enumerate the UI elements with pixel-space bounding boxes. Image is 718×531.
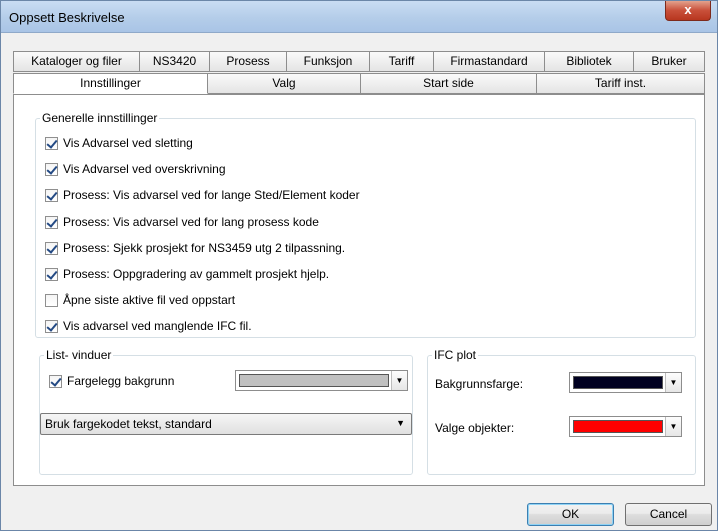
text-style-select[interactable]: Bruk fargekodet tekst, standard ▼ — [40, 413, 412, 435]
checkbox-missing-ifc[interactable] — [45, 319, 58, 333]
general-settings-group: Generelle innstillinger Vis Advarsel ved… — [35, 111, 696, 338]
chevron-down-icon: ▼ — [396, 418, 405, 428]
selected-objects-label: Valge objekter: — [435, 421, 515, 435]
checkbox-warn-delete[interactable] — [45, 136, 58, 150]
close-icon: x — [684, 2, 692, 17]
background-color-picker[interactable]: ▼ — [235, 370, 408, 391]
title-bar: Oppsett Beskrivelse x — [1, 1, 717, 33]
background-color-label: Bakgrunnsfarge: — [435, 377, 524, 391]
chevron-down-icon[interactable]: ▼ — [665, 373, 681, 392]
tab-tariff-inst[interactable]: Tariff inst. — [537, 73, 705, 94]
color-swatch — [239, 374, 389, 387]
tab-valg[interactable]: Valg — [208, 73, 361, 94]
checkbox-open-last-file[interactable] — [45, 293, 58, 307]
tab-firmastandard[interactable]: Firmastandard — [434, 51, 545, 72]
checkbox-warn-overwrite[interactable] — [45, 162, 58, 176]
tab-row-front: Innstillinger Valg Start side Tariff ins… — [13, 73, 705, 94]
option-upgrade-project[interactable]: Prosess: Oppgradering av gammelt prosjek… — [45, 266, 329, 282]
list-windows-legend: List- vinduer — [46, 348, 112, 362]
tab-ns3420[interactable]: NS3420 — [140, 51, 210, 72]
tab-bruker[interactable]: Bruker — [634, 51, 705, 72]
option-label: Vis Advarsel ved sletting — [63, 136, 193, 150]
option-open-last-file[interactable]: Åpne siste aktive fil ved oppstart — [45, 292, 235, 308]
option-label: Vis Advarsel ved overskrivning — [63, 162, 226, 176]
option-long-process-code[interactable]: Prosess: Vis advarsel ved for lang prose… — [45, 214, 319, 230]
checkbox-long-location-codes[interactable] — [45, 188, 58, 202]
option-warn-overwrite[interactable]: Vis Advarsel ved overskrivning — [45, 161, 226, 177]
checkbox-check-ns3459[interactable] — [45, 241, 58, 255]
ifc-background-color-picker[interactable]: ▼ — [569, 372, 682, 393]
general-settings-legend: Generelle innstillinger — [42, 111, 158, 125]
window-title: Oppsett Beskrivelse — [9, 10, 125, 25]
tab-row-back: Kataloger og filer NS3420 Prosess Funksj… — [13, 51, 705, 72]
ok-button[interactable]: OK — [527, 503, 614, 526]
dialog-window: Oppsett Beskrivelse x Kataloger og filer… — [0, 0, 718, 531]
ifc-plot-legend: IFC plot — [434, 348, 477, 362]
option-label: Åpne siste aktive fil ved oppstart — [63, 293, 236, 307]
option-label: Vis advarsel ved manglende IFC fil. — [63, 319, 252, 333]
cancel-button[interactable]: Cancel — [625, 503, 712, 526]
list-windows-group: List- vinduer Fargelegg bakgrunn ▼ Bruk … — [39, 348, 413, 475]
text-style-value: Bruk fargekodet tekst, standard — [45, 417, 212, 431]
ifc-plot-group: IFC plot Bakgrunnsfarge: ▼ Valge objekte… — [427, 348, 696, 475]
color-swatch — [573, 420, 663, 433]
chevron-down-icon[interactable]: ▼ — [391, 371, 407, 390]
tab-bibliotek[interactable]: Bibliotek — [545, 51, 634, 72]
tab-funksjon[interactable]: Funksjon — [287, 51, 370, 72]
option-long-location-codes[interactable]: Prosess: Vis advarsel ved for lange Sted… — [45, 187, 360, 203]
option-check-ns3459[interactable]: Prosess: Sjekk prosjekt for NS3459 utg 2… — [45, 240, 345, 256]
tab-tariff[interactable]: Tariff — [370, 51, 434, 72]
checkbox-upgrade-project[interactable] — [45, 267, 58, 281]
ifc-selected-color-picker[interactable]: ▼ — [569, 416, 682, 437]
option-label: Prosess: Oppgradering av gammelt prosjek… — [63, 267, 330, 281]
option-label: Fargelegg bakgrunn — [67, 374, 175, 388]
tab-kataloger-og-filer[interactable]: Kataloger og filer — [13, 51, 140, 72]
close-button[interactable]: x — [665, 1, 711, 21]
checkbox-color-background[interactable] — [49, 374, 62, 388]
checkbox-long-process-code[interactable] — [45, 215, 58, 229]
tab-prosess[interactable]: Prosess — [210, 51, 287, 72]
tab-start-side[interactable]: Start side — [361, 73, 537, 94]
chevron-down-icon[interactable]: ▼ — [665, 417, 681, 436]
settings-panel: Generelle innstillinger Vis Advarsel ved… — [13, 94, 705, 486]
color-swatch — [573, 376, 663, 389]
option-label: Prosess: Vis advarsel ved for lang prose… — [63, 215, 319, 229]
option-missing-ifc[interactable]: Vis advarsel ved manglende IFC fil. — [45, 318, 252, 334]
option-warn-delete[interactable]: Vis Advarsel ved sletting — [45, 135, 193, 151]
option-label: Prosess: Sjekk prosjekt for NS3459 utg 2… — [63, 241, 346, 255]
option-color-background[interactable]: Fargelegg bakgrunn — [49, 373, 174, 389]
option-label: Prosess: Vis advarsel ved for lange Sted… — [63, 188, 360, 202]
tab-innstillinger[interactable]: Innstillinger — [13, 73, 208, 94]
